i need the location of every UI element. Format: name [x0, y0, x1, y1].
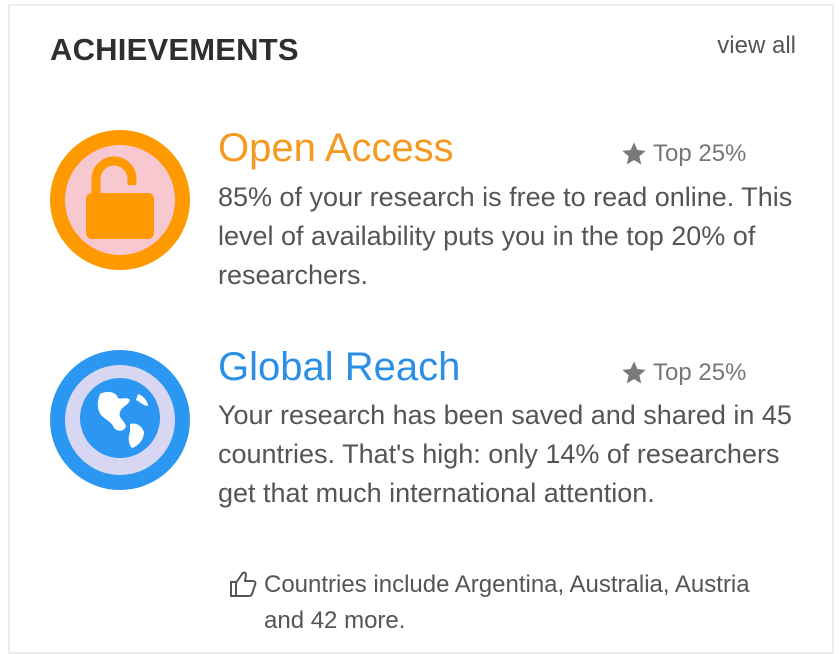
rank-badge: Top 25% — [620, 359, 746, 387]
star-icon — [622, 361, 646, 384]
unlocked-padlock-icon — [82, 155, 158, 246]
thumbs-up-icon — [228, 570, 264, 639]
open-access-badge — [50, 130, 190, 270]
rank-label: Top 25% — [653, 359, 747, 386]
globe-icon — [78, 376, 162, 465]
countries-note: Countries include Argentina, Australia, … — [228, 567, 788, 639]
achievement-title: Global Reach — [218, 345, 461, 389]
rank-label: Top 25% — [653, 140, 747, 167]
rank-badge: Top 25% — [620, 140, 746, 168]
countries-note-text: Countries include Argentina, Australia, … — [264, 571, 750, 634]
view-all-link[interactable]: view all — [717, 32, 796, 60]
achievements-panel — [8, 4, 834, 654]
section-title: ACHIEVEMENTS — [50, 32, 299, 67]
achievement-description: 85% of your research is free to read onl… — [218, 182, 793, 290]
achievement-title: Open Access — [218, 126, 454, 170]
achievement-description: Your research has been saved and shared … — [218, 400, 792, 508]
global-reach-badge — [50, 350, 190, 490]
star-icon — [622, 142, 646, 165]
